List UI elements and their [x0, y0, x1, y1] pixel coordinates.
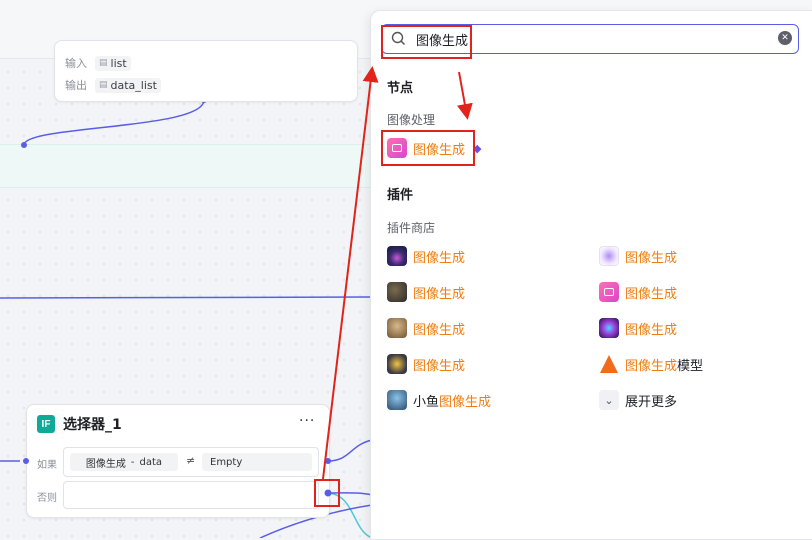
annotation-arrows: [322, 66, 473, 480]
arrow-search-to-node: [456, 71, 473, 120]
arrow-port-to-search: [322, 66, 379, 480]
